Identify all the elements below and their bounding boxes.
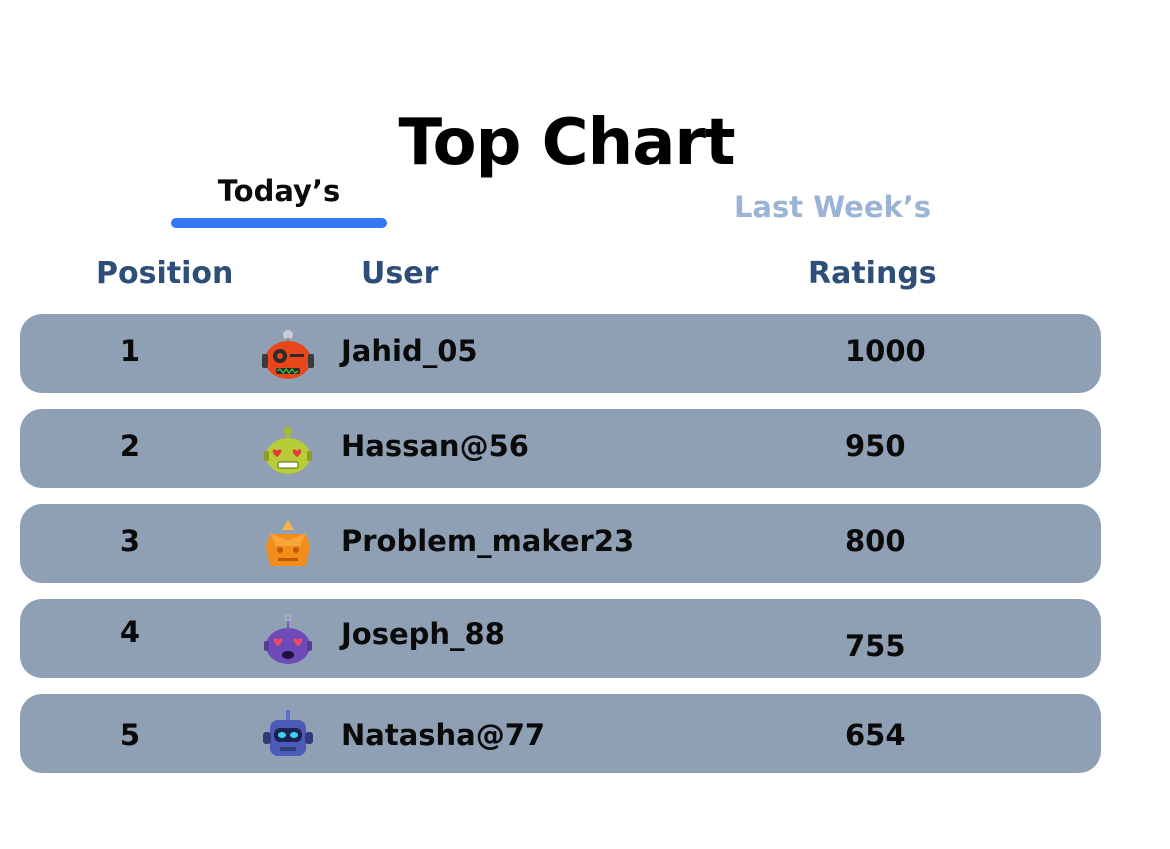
row-position: 1 (119, 334, 141, 368)
row-username: Natasha@77 (341, 718, 546, 752)
orange-robot-icon (260, 326, 316, 382)
column-header-position: Position (96, 256, 234, 291)
row-username: Joseph_88 (341, 617, 505, 651)
leaderboard-row[interactable]: 4 Joseph_88 755 (20, 599, 1101, 678)
column-header-user: User (361, 256, 439, 291)
row-rating: 800 (845, 524, 906, 558)
purple-robot-heart-eyes-icon (260, 611, 316, 667)
leaderboard-row[interactable]: 2 Hassan@56 950 (20, 409, 1101, 488)
column-header-ratings: Ratings (808, 256, 937, 291)
row-position: 5 (119, 718, 141, 752)
tab-today[interactable]: Today’s (171, 174, 387, 208)
row-username: Problem_maker23 (341, 524, 635, 558)
row-rating: 755 (845, 629, 906, 663)
row-rating: 654 (845, 718, 906, 752)
blue-robot-icon (260, 706, 316, 762)
row-username: Jahid_05 (341, 334, 478, 368)
row-username: Hassan@56 (341, 429, 529, 463)
leaderboard-row[interactable]: 1 Jahid_05 1000 (20, 314, 1101, 393)
tab-last-week[interactable]: Last Week’s (700, 190, 965, 224)
row-position: 3 (119, 524, 141, 558)
row-position: 2 (119, 429, 141, 463)
row-rating: 950 (845, 429, 906, 463)
orange-crystal-robot-icon (260, 516, 316, 572)
row-rating: 1000 (845, 334, 926, 368)
green-robot-heart-eyes-icon (260, 421, 316, 477)
leaderboard-row[interactable]: 3 Problem_maker23 800 (20, 504, 1101, 583)
leaderboard-row[interactable]: 5 Natasha@77 654 (20, 694, 1101, 773)
active-tab-indicator (171, 218, 387, 228)
row-position: 4 (119, 615, 141, 649)
page-title: Top Chart (398, 106, 735, 180)
